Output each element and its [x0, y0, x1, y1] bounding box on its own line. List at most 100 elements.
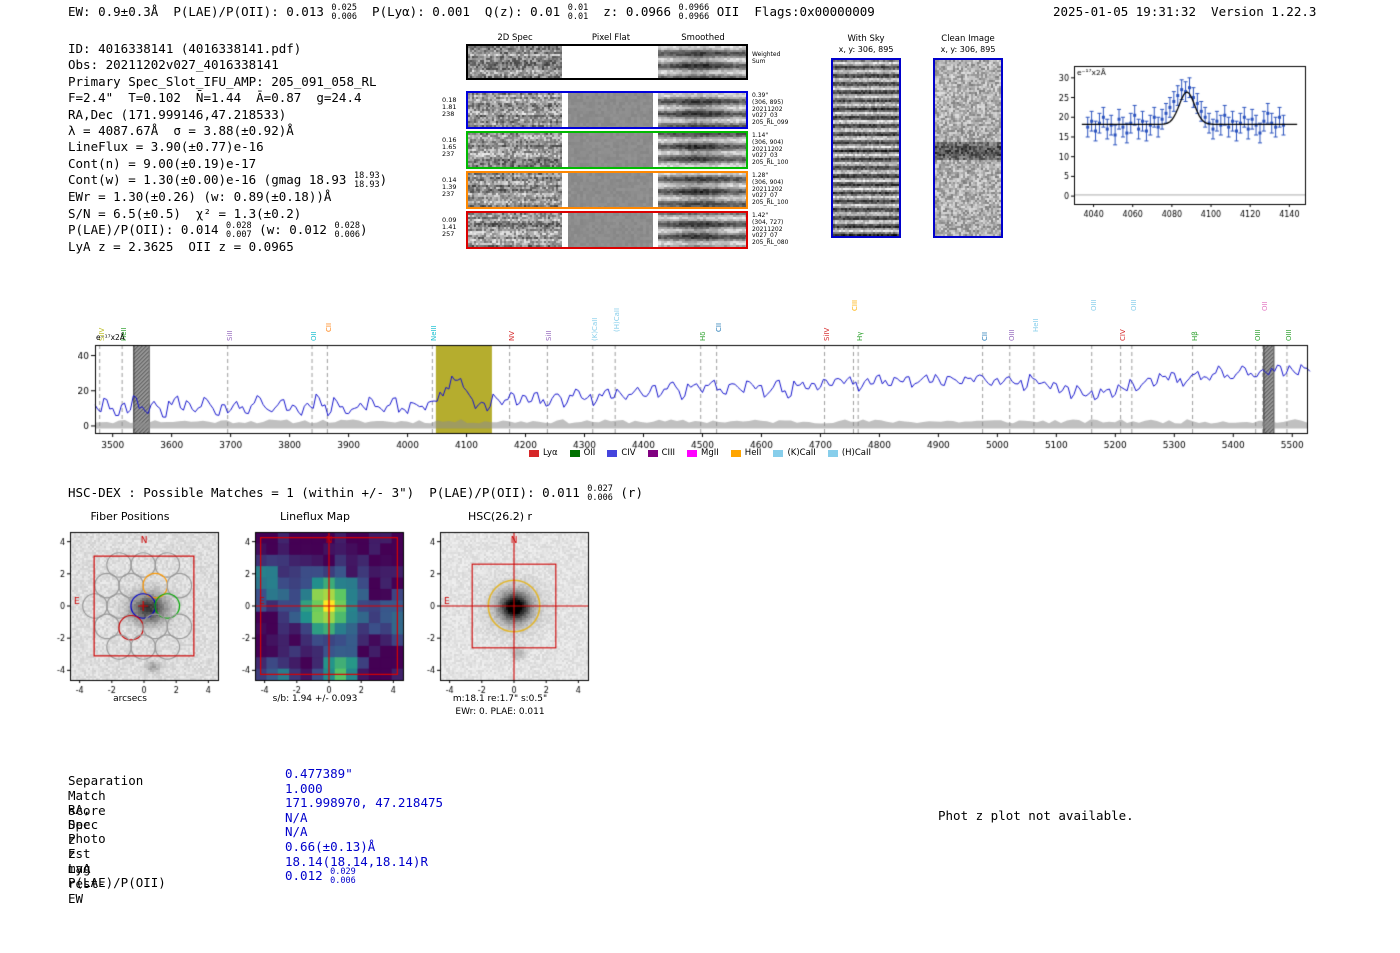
- emission-line-label: OII: [1260, 301, 1269, 311]
- legend-swatch: [569, 449, 580, 457]
- stacked-uncertainty: 0.027 0.006: [587, 484, 613, 503]
- fiber-row-info: 1.14" (306, 904) 20211202 v027_03 205_RL_100: [752, 132, 789, 167]
- spec2d-sm-image: [658, 173, 746, 207]
- spec2d-2d-image: [468, 46, 562, 78]
- legend-swatch: [607, 449, 618, 457]
- legend-label: OII: [583, 448, 596, 458]
- match-field-value: N/A: [285, 824, 308, 839]
- legend-label: Lyα: [543, 448, 558, 458]
- legend-item: HeII: [730, 448, 762, 458]
- emission-line-label: SiII: [225, 330, 234, 341]
- text-segment: 0.012: [285, 868, 331, 884]
- legend-item: Lyα: [529, 448, 558, 458]
- text-segment: HSC-DEX : Possible Matches = 1 (within +…: [68, 485, 588, 500]
- spec2d-flat-image: [568, 173, 653, 207]
- legend-swatch: [529, 449, 539, 457]
- legend-label: HeII: [744, 448, 762, 458]
- legend-item: (H)CaII: [827, 448, 871, 458]
- text-segment: N/A: [285, 809, 308, 825]
- spec2d-sm-image: [658, 133, 746, 167]
- fiber-row-weights: 0.09 1.41 257: [442, 216, 457, 238]
- match-field-value: 1.000: [285, 781, 323, 796]
- emission-line-label: (K)CaII: [590, 317, 599, 341]
- match-field-label: P(LAE)/P(OII): [68, 875, 166, 891]
- spectrum-units-label: e⁻¹⁷x2Å: [96, 333, 125, 342]
- fiber-row-info: 1.28" (306, 904) 20211202 v027_07 205_RL_100: [752, 172, 789, 207]
- emission-line-label: OIII: [1253, 329, 1262, 341]
- spec2d-sm-image: [658, 213, 746, 247]
- legend-label: (H)CaII: [841, 448, 871, 458]
- text-segment: 171.998970, 47.218475: [285, 795, 444, 811]
- emission-line-label: SiIV: [822, 327, 831, 341]
- match-field-value: 0.66(±0.13)Å: [285, 839, 375, 854]
- spec2d-flat-image: [568, 93, 653, 127]
- spec2d-sm-image: [658, 46, 746, 78]
- legend-label: MgII: [701, 448, 719, 458]
- spec2d-2d-image: [468, 173, 562, 207]
- emission-line-label: OIII: [1089, 299, 1098, 311]
- fiber-xlabel: arcsecs: [113, 694, 147, 704]
- emission-line-label: NeIII: [430, 325, 439, 341]
- legend-label: (K)CaII: [787, 448, 816, 458]
- fiber-row-info: 0.39" (306, 895) 20211202 v027_03 205_RL_099: [752, 92, 789, 127]
- legend-swatch: [730, 449, 741, 457]
- hsc-dex-summary-line: HSC-DEX : Possible Matches = 1 (within +…: [68, 485, 643, 502]
- legend-label: CIII: [661, 448, 676, 458]
- spec2d-fiber-row: [466, 171, 748, 209]
- legend-label: CIV: [621, 448, 636, 458]
- emission-line-label: CIV: [1118, 329, 1127, 341]
- emission-line-label: OIII: [1284, 329, 1293, 341]
- emission-line-label: Hβ: [1190, 331, 1199, 341]
- hsc-caption-2: EWr: 0. PLAE: 0.011: [455, 707, 545, 717]
- spec2d-2d-image: [468, 133, 562, 167]
- legend-swatch: [687, 449, 698, 457]
- legend-swatch: [827, 449, 838, 457]
- fiber-positions-title: Fiber Positions: [90, 510, 170, 523]
- emission-line-label: OII: [310, 331, 319, 341]
- legend-item: CIV: [607, 448, 636, 458]
- spec2d-flat-image: [568, 133, 653, 167]
- spec2d-fiber-row: [466, 131, 748, 169]
- weighted-sum-label: Weighted Sum: [752, 51, 781, 65]
- text-segment: 0.66(±0.13)Å: [285, 838, 376, 854]
- legend-item: (K)CaII: [773, 448, 816, 458]
- spec2d-2d-image: [468, 93, 562, 127]
- match-field-label: Separation: [68, 773, 144, 788]
- hsc-cutout-title: HSC(26.2) r: [467, 510, 533, 523]
- fiber-row-weights: 0.16 1.65 237: [442, 136, 457, 158]
- stacked-uncertainty: 0.029 0.006: [330, 867, 356, 886]
- spec2d-flat-image: [568, 213, 653, 247]
- match-field-value: 171.998970, 47.218475: [285, 795, 443, 810]
- legend-item: MgII: [687, 448, 719, 458]
- spec2d-2d-image: [468, 213, 562, 247]
- match-field-label: mag: [68, 860, 91, 876]
- text-segment: (r): [612, 485, 643, 500]
- fiber-positions-image: [36, 526, 224, 696]
- fiber-row-weights: 0.14 1.39 237: [442, 176, 457, 198]
- emission-line-label: CII: [325, 322, 334, 332]
- text-segment: 18.14(18.14,18.14)R: [285, 853, 428, 869]
- lineflux-map-title: Lineflux Map: [279, 510, 351, 523]
- text-segment: 0.477389": [285, 766, 353, 781]
- legend-item: CIII: [647, 448, 676, 458]
- lineflux-caption: s/b: 1.94 +/- 0.093: [272, 694, 358, 704]
- emission-line-label: SiII: [545, 330, 554, 341]
- hsc-caption-1: m:18.1 re:1.7" s:0.5": [452, 694, 548, 704]
- legend-swatch: [647, 449, 658, 457]
- match-field-value: 0.012 0.029 0.006: [285, 868, 356, 885]
- match-field-value: 0.477389": [285, 766, 353, 781]
- emission-line-label: (H)CaII: [613, 307, 622, 332]
- spec2d-sm-image: [658, 93, 746, 127]
- emission-line-label: CII: [980, 331, 989, 341]
- legend-swatch: [773, 449, 784, 457]
- text-segment: N/A: [285, 824, 308, 840]
- spec2d-fiber-row: [466, 91, 748, 129]
- spectrum-legend: Lyα OII CIV CIII MgII HeII (K)CaII (H)CaII: [460, 448, 940, 458]
- emission-line-label: NV: [507, 330, 516, 341]
- match-field-value: N/A: [285, 810, 308, 825]
- legend-item: OII: [569, 448, 596, 458]
- lineflux-map-image: [221, 526, 409, 696]
- fiber-row-weights: 0.18 1.81 238: [442, 96, 457, 118]
- emission-line-label: Hδ: [698, 331, 707, 341]
- emission-line-label: HeII: [1031, 318, 1040, 332]
